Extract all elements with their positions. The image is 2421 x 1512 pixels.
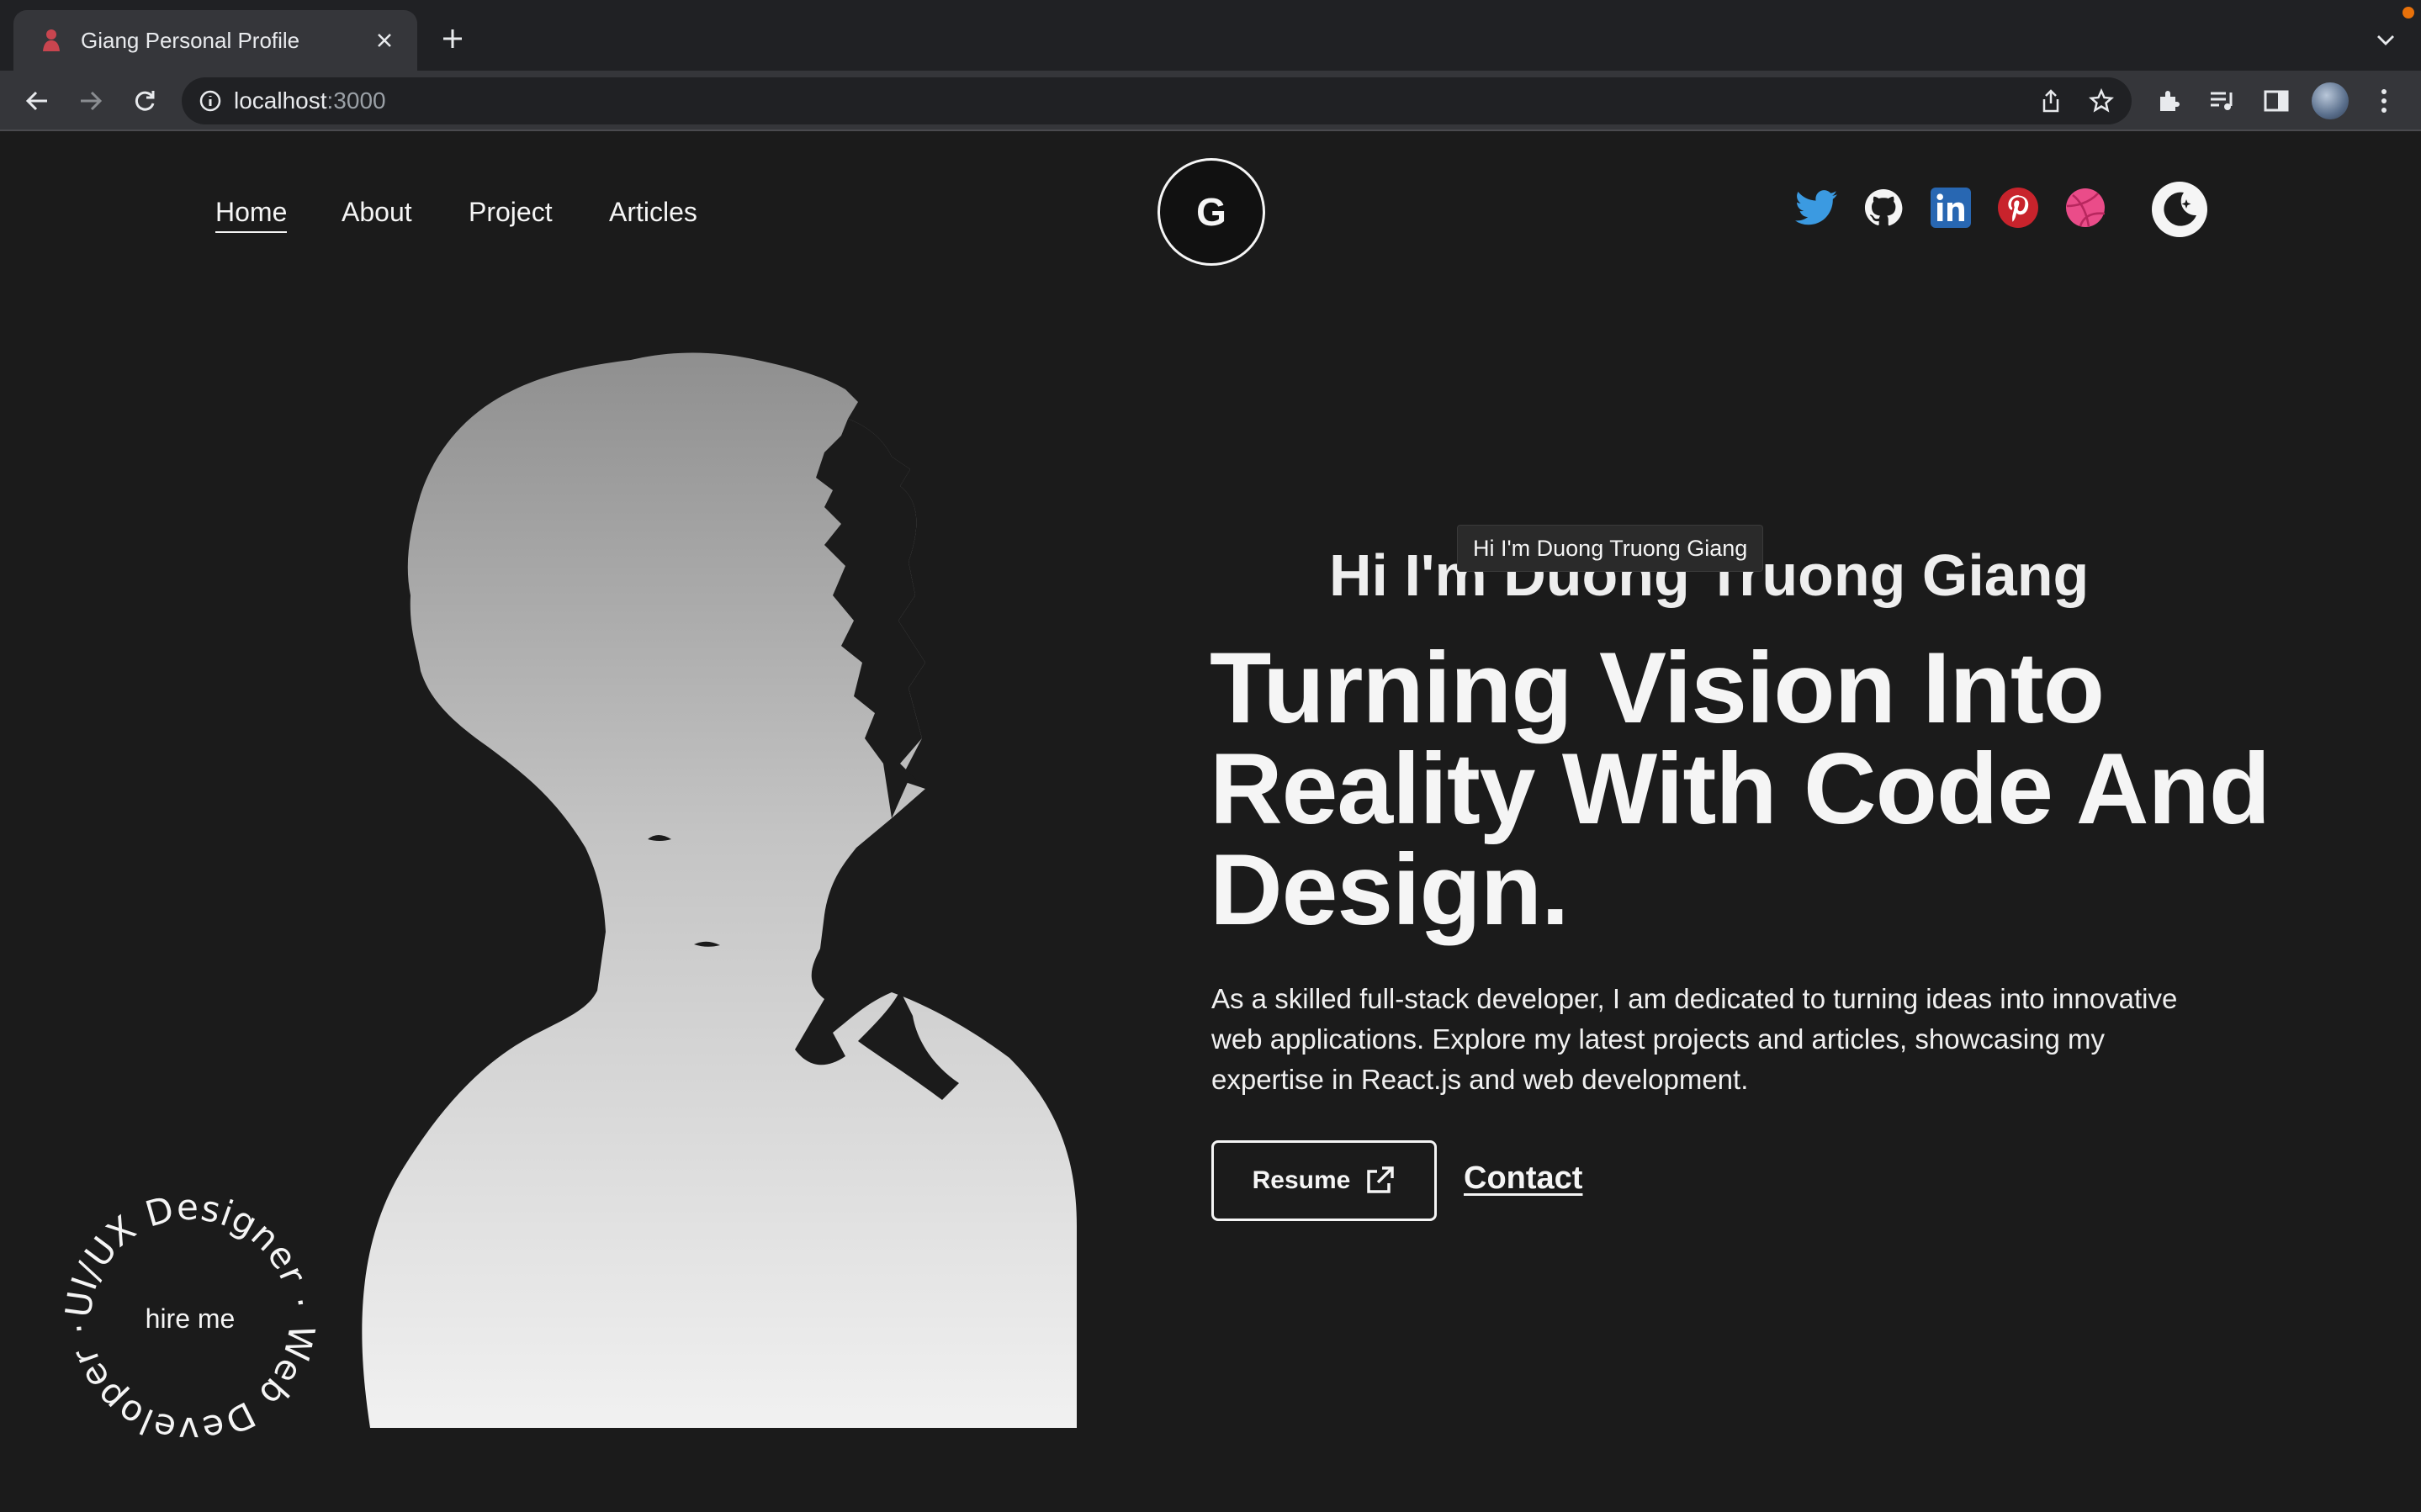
close-tab-icon[interactable]: [370, 26, 399, 55]
forward-icon[interactable]: [71, 81, 111, 121]
nav-home[interactable]: Home: [215, 197, 288, 233]
url-text: localhost:3000: [234, 87, 386, 114]
pinterest-icon[interactable]: [1995, 185, 2041, 230]
bookmark-star-icon[interactable]: [2083, 82, 2120, 119]
profile-portrait: [362, 352, 1078, 1428]
reload-icon[interactable]: [124, 81, 165, 121]
site-logo[interactable]: G: [1158, 158, 1265, 266]
back-icon[interactable]: [17, 81, 57, 121]
browser-menu-icon[interactable]: [2364, 81, 2404, 121]
external-link-icon: [1367, 1166, 1395, 1193]
nav-articles[interactable]: Articles: [609, 197, 697, 228]
github-icon[interactable]: [1861, 185, 1906, 230]
nav-about[interactable]: About: [342, 197, 412, 228]
favicon-icon: [43, 29, 60, 51]
nav-project[interactable]: Project: [469, 197, 553, 228]
share-icon[interactable]: [2032, 82, 2069, 119]
hire-me-label[interactable]: hire me: [56, 1184, 325, 1453]
extensions-icon[interactable]: [2148, 81, 2189, 121]
hero-headline: Turning Vision Into Reality With Code An…: [1210, 632, 2270, 946]
notification-dot: [2402, 7, 2414, 19]
dark-mode-toggle[interactable]: [2152, 182, 2207, 237]
media-control-icon[interactable]: [2202, 81, 2243, 121]
side-panel-icon[interactable]: [2256, 81, 2297, 121]
browser-toolbar: localhost:3000: [0, 71, 2421, 131]
new-tab-icon[interactable]: [434, 20, 471, 57]
browser-tabstrip: Giang Personal Profile: [0, 0, 2421, 71]
hire-me-badge[interactable]: UI/UX Designer · Web Developer · hire me: [56, 1184, 325, 1453]
resume-label: Resume: [1252, 1166, 1351, 1194]
hero-intro: As a skilled full-stack developer, I am …: [1211, 983, 2178, 1095]
twitter-icon[interactable]: [1793, 185, 1839, 230]
page-content: Home About Project Articles G Hi I'm Duo…: [0, 133, 2421, 1512]
greeting-tooltip: Hi I'm Duong Truong Giang: [1457, 525, 1764, 572]
dribbble-icon[interactable]: [2063, 185, 2108, 230]
tab-title: Giang Personal Profile: [81, 27, 300, 53]
site-info-icon[interactable]: [199, 89, 222, 113]
omnibox-actions: [2032, 82, 2120, 119]
resume-button[interactable]: Resume: [1211, 1140, 1437, 1221]
profile-avatar[interactable]: [2310, 81, 2350, 121]
moon-icon: [2164, 192, 2196, 226]
tab-search-icon[interactable]: [2369, 24, 2402, 57]
address-bar[interactable]: localhost:3000: [182, 77, 2132, 124]
linkedin-icon[interactable]: [1928, 185, 1973, 230]
browser-tab[interactable]: Giang Personal Profile: [13, 10, 417, 71]
contact-link[interactable]: Contact: [1464, 1160, 1582, 1197]
